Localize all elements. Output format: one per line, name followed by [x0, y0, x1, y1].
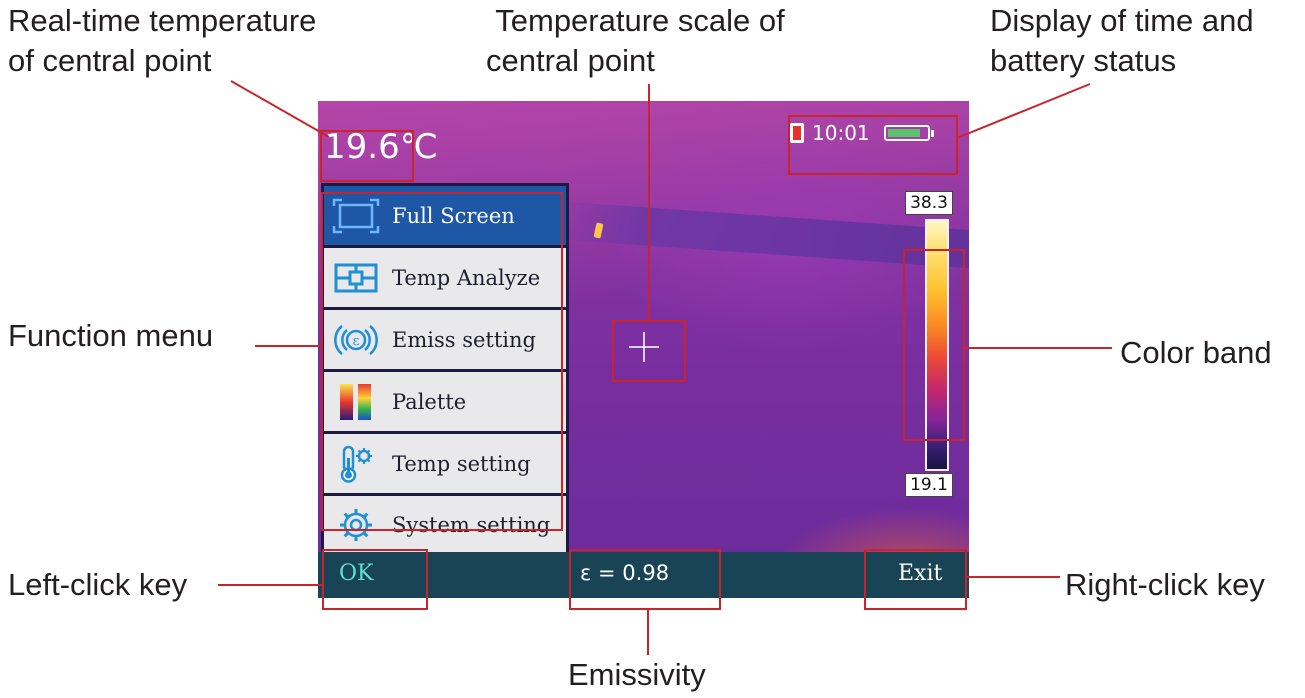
menu-item-label: Full Screen — [392, 203, 515, 228]
center-temperature-readout: 19.6℃ — [324, 127, 438, 167]
menu-item-label: Emiss setting — [392, 327, 536, 352]
battery-icon — [883, 125, 934, 141]
callout-time-battery-line1: Display of time and — [990, 3, 1254, 38]
temp-analyze-icon — [328, 256, 384, 300]
color-band — [925, 219, 949, 471]
battery-fill — [887, 129, 920, 137]
sd-card-icon — [790, 123, 804, 143]
scale-max-value: 38.3 — [905, 191, 953, 215]
menu-item-temp-setting[interactable]: Temp setting — [324, 434, 566, 493]
thermometer-gear-icon — [328, 442, 384, 486]
callout-function-menu: Function menu — [8, 318, 214, 353]
callout-center-temp-line1: Real-time temperature — [8, 3, 317, 38]
callout-center-temp: Real-time temperature of central point — [8, 1, 316, 81]
callout-right-click: Right-click key — [1065, 567, 1265, 602]
status-bar: 10:01 — [790, 116, 966, 150]
callout-temp-scale: Temperature scale of central point — [480, 1, 800, 81]
callout-emissivity: Emissivity — [568, 657, 706, 692]
svg-text:ε: ε — [353, 334, 360, 349]
emissivity-value: ε = 0.98 — [580, 561, 670, 585]
ok-button[interactable]: OK — [339, 561, 373, 586]
leader-center-temperature — [230, 80, 330, 138]
menu-item-label: System setting — [392, 513, 551, 537]
function-menu: Full Screen Temp Analyze ε Emiss setting… — [321, 183, 569, 598]
menu-item-label: Temp Analyze — [392, 265, 541, 290]
menu-item-label: Palette — [392, 389, 467, 414]
scale-min-value: 19.1 — [905, 473, 953, 497]
callout-color-band: Color band — [1120, 335, 1272, 370]
center-crosshair — [629, 332, 659, 362]
menu-item-system-setting[interactable]: System setting — [324, 496, 566, 554]
callout-time-battery-line2: battery status — [990, 43, 1177, 78]
menu-item-label: Temp setting — [392, 451, 531, 476]
bottom-bar: OK ε = 0.98 Exit — [318, 552, 969, 598]
leader-time-battery — [956, 83, 1091, 139]
menu-item-temp-analyze[interactable]: Temp Analyze — [324, 248, 566, 307]
menu-item-palette[interactable]: Palette — [324, 372, 566, 431]
callout-temp-scale-line2: central point — [486, 43, 655, 78]
callout-left-click: Left-click key — [8, 567, 188, 602]
emissivity-icon: ε — [328, 318, 384, 362]
clock-time: 10:01 — [812, 121, 870, 145]
callout-center-temp-line2: of central point — [8, 43, 212, 78]
callout-time-battery: Display of time and battery status — [990, 1, 1254, 81]
gear-icon — [328, 503, 384, 547]
exit-button[interactable]: Exit — [898, 561, 942, 586]
thermal-camera-screen: 19.6℃ 10:01 Full Screen Temp Analyze ε E… — [318, 101, 969, 598]
menu-item-full-screen[interactable]: Full Screen — [324, 186, 566, 245]
full-screen-icon — [328, 194, 384, 238]
palette-icon — [328, 380, 384, 424]
callout-temp-scale-line1: Temperature scale of — [495, 3, 785, 38]
menu-item-emiss-setting[interactable]: ε Emiss setting — [324, 310, 566, 369]
